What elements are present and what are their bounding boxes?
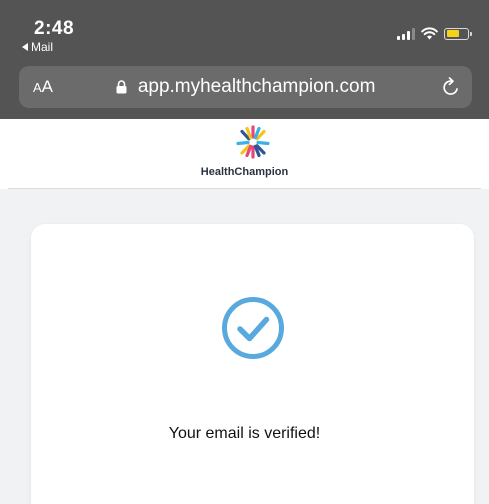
status-indicators — [397, 27, 472, 40]
url-text: app.myhealthchampion.com — [137, 76, 376, 97]
back-to-app-link[interactable]: Mail — [22, 40, 53, 54]
healthchampion-logo-icon[interactable] — [236, 125, 270, 159]
url-display[interactable]: app.myhealthchampion.com — [19, 76, 472, 98]
address-bar[interactable]: AA app.myhealthchampion.com — [19, 66, 472, 108]
verification-message: Your email is verified! — [168, 425, 321, 442]
brand-name: HealthChampion — [200, 166, 289, 178]
header-divider — [8, 188, 481, 189]
status-time: 2:48 — [34, 18, 75, 39]
back-arrow-icon — [22, 43, 28, 51]
check-circle-icon — [222, 297, 284, 359]
wifi-icon — [421, 27, 438, 40]
battery-icon — [444, 27, 472, 40]
reload-icon[interactable] — [440, 75, 462, 99]
cellular-signal-icon — [397, 27, 415, 40]
phone-screen: 2:48 Mail AA app.myhealthchampion.com He… — [0, 0, 489, 504]
back-app-label: Mail — [31, 40, 54, 54]
browser-chrome: 2:48 Mail AA app.myhealthchampion.com — [0, 0, 489, 119]
lock-icon — [116, 80, 127, 94]
verification-card — [31, 224, 474, 504]
